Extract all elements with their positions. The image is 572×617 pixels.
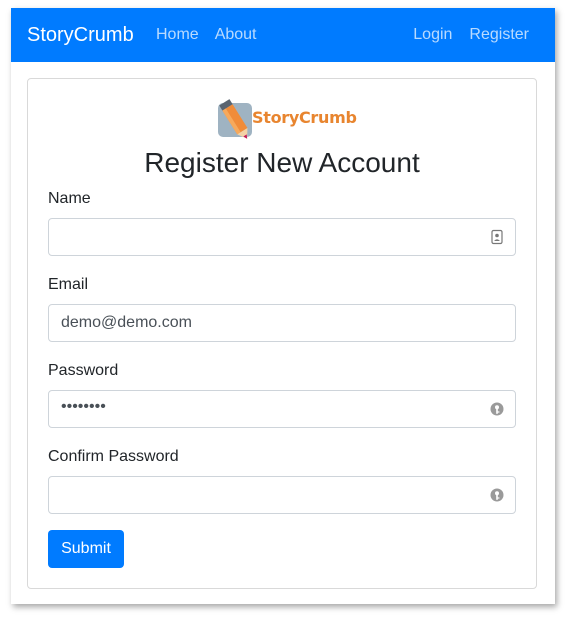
- contact-card-icon[interactable]: [489, 229, 505, 245]
- password-key-icon[interactable]: [489, 401, 505, 417]
- browser-window: StoryCrumb Home About Login Register Sto…: [11, 8, 555, 604]
- navbar-brand[interactable]: StoryCrumb: [27, 22, 134, 48]
- email-label: Email: [48, 276, 89, 293]
- navbar: StoryCrumb Home About Login Register: [11, 8, 555, 62]
- password-key-icon[interactable]: [489, 487, 505, 503]
- storycrumb-logo: StoryCrumb: [216, 97, 357, 147]
- name-label: Name: [48, 190, 91, 207]
- nav-link-about[interactable]: About: [215, 25, 257, 45]
- confirm-password-input[interactable]: [48, 476, 516, 514]
- email-input-value: demo@demo.com: [61, 314, 192, 331]
- page-title: Register New Account: [144, 147, 420, 178]
- pencil-logo-icon: [218, 99, 252, 139]
- password-input-value: ••••••••: [61, 398, 106, 415]
- nav-link-login[interactable]: Login: [413, 25, 452, 45]
- nav-link-home[interactable]: Home: [156, 25, 199, 45]
- register-card: StoryCrumb Register New Account Name Ema…: [27, 78, 537, 589]
- nav-left-links: Home About: [156, 25, 257, 45]
- submit-button[interactable]: Submit: [48, 530, 124, 568]
- password-label: Password: [48, 362, 119, 379]
- name-input[interactable]: [48, 218, 516, 256]
- password-input[interactable]: ••••••••: [48, 390, 516, 428]
- nav-link-register[interactable]: Register: [469, 25, 529, 45]
- nav-right-links: Login Register: [413, 25, 529, 45]
- confirm-password-label: Confirm Password: [48, 448, 179, 465]
- email-input[interactable]: demo@demo.com: [48, 304, 516, 342]
- logo-text: StoryCrumb: [252, 108, 357, 127]
